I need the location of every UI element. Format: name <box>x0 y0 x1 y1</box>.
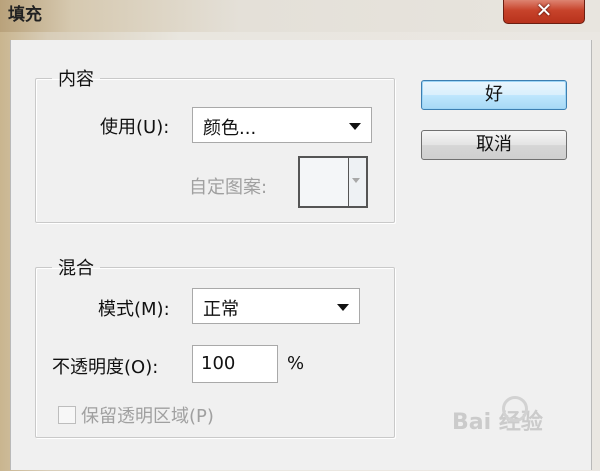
fill-dialog: 填充 ✕ 内容 使用(U): 颜色... 自定图案: 混合 模式(M): 正常 … <box>0 0 600 471</box>
opacity-label: 不透明度(O): <box>52 357 159 378</box>
content-group-legend: 内容 <box>58 69 94 90</box>
close-icon: ✕ <box>535 0 553 22</box>
chevron-down-icon <box>337 304 349 311</box>
watermark: Bai 经验 <box>452 396 592 440</box>
title-bar[interactable]: 填充 ✕ <box>0 0 600 32</box>
pattern-swatch <box>300 158 349 206</box>
close-button[interactable]: ✕ <box>503 0 585 24</box>
dialog-title: 填充 <box>8 5 42 25</box>
custom-pattern-picker <box>298 156 368 208</box>
mode-select[interactable]: 正常 <box>192 288 360 324</box>
chevron-down-icon <box>349 123 361 130</box>
use-label: 使用(U): <box>100 117 170 138</box>
preserve-transparency-checkbox[interactable] <box>58 406 76 424</box>
paw-icon <box>502 396 528 422</box>
use-select-value: 颜色... <box>203 118 257 139</box>
opacity-input[interactable]: 100 <box>192 345 278 383</box>
chevron-down-icon <box>352 178 360 183</box>
cancel-button[interactable]: 取消 <box>421 130 567 160</box>
opacity-unit: % <box>287 353 305 374</box>
use-select[interactable]: 颜色... <box>192 107 372 143</box>
blend-group-legend: 混合 <box>58 258 94 279</box>
preserve-transparency-label: 保留透明区域(P) <box>81 406 214 427</box>
mode-label: 模式(M): <box>98 299 170 320</box>
ok-button[interactable]: 好 <box>421 80 567 110</box>
custom-pattern-label: 自定图案: <box>189 177 268 198</box>
mode-select-value: 正常 <box>203 299 239 320</box>
opacity-input-value: 100 <box>201 353 236 374</box>
watermark-text: Bai 经验 <box>452 410 543 435</box>
